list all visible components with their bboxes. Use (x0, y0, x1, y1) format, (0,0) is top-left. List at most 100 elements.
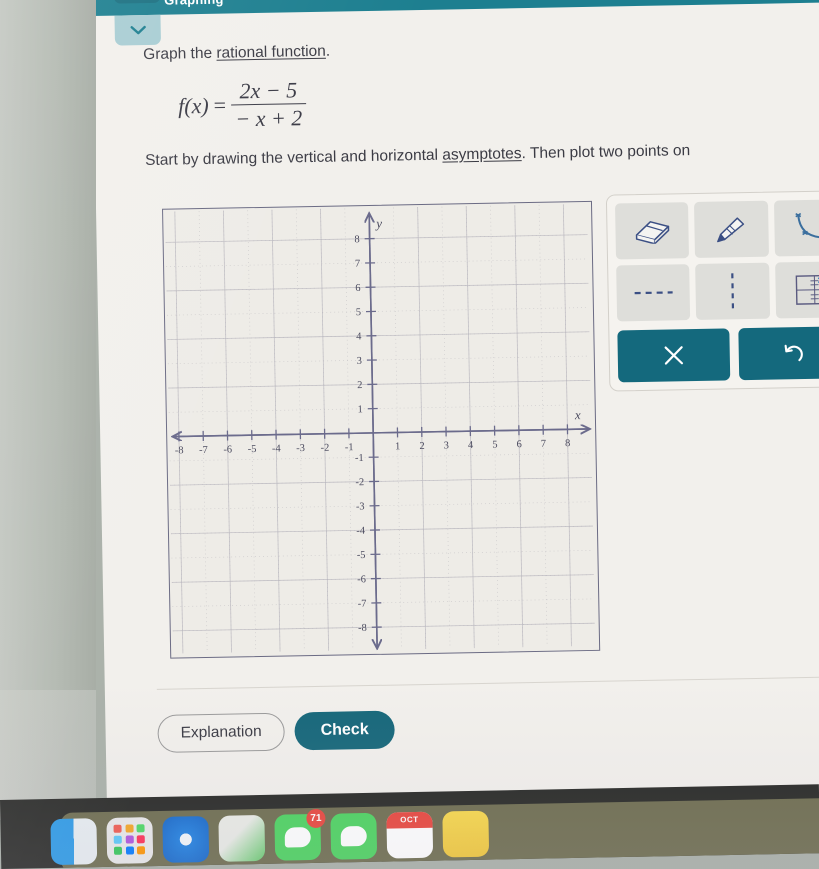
facetime-icon[interactable]: 71 (274, 808, 326, 861)
graph-canvas[interactable]: -8 -7 -6 -5 -4 -3 -2 -1 1 2 3 4 5 6 7 8 8 7 6 5 4 3 2 1 -1 -2 -3 -4… (163, 202, 599, 658)
rational-function-term[interactable]: rational function (216, 43, 326, 62)
graph-grid-icon (795, 274, 819, 305)
prompt-suffix: . (325, 42, 331, 60)
footer-divider (156, 675, 819, 691)
chevron-down-icon (129, 25, 146, 35)
svg-text:3: 3 (444, 440, 449, 451)
app-title: Graphing (164, 0, 224, 8)
y-axis-label: y (374, 216, 382, 231)
action-row (617, 326, 819, 383)
svg-text:-4: -4 (356, 526, 366, 537)
horizontal-dashed-line-icon (634, 291, 673, 295)
work-area: -8 -7 -6 -5 -4 -3 -2 -1 1 2 3 4 5 6 7 8 8 7 6 5 4 3 2 1 -1 -2 -3 -4… (96, 190, 819, 666)
svg-text:-3: -3 (296, 443, 305, 454)
formula-fx: f(x) (177, 92, 209, 119)
footer-actions: Explanation Check (157, 710, 395, 753)
svg-text:4: 4 (468, 440, 474, 451)
svg-text:-4: -4 (272, 444, 282, 455)
app-header: Graphing (92, 0, 819, 16)
svg-text:5: 5 (492, 440, 497, 451)
calendar-month-label: OCT (386, 811, 433, 829)
svg-text:2: 2 (357, 380, 362, 391)
question-body: Graph the rational function. f(x) = 2x −… (93, 32, 819, 172)
maps-icon[interactable] (218, 814, 266, 862)
pencil-icon (717, 217, 745, 243)
launchpad-icon[interactable] (106, 817, 154, 864)
svg-text:-5: -5 (357, 550, 366, 561)
instruction-suffix: . Then plot two points on (521, 142, 691, 163)
app-screen: Graphing Graph the rational function. f(… (92, 0, 819, 820)
svg-text:-3: -3 (356, 501, 365, 512)
collapse-panel-button[interactable] (114, 14, 162, 46)
vertical-dashed-line-icon (731, 273, 735, 310)
svg-text:6: 6 (355, 283, 360, 294)
check-button[interactable]: Check (294, 710, 395, 751)
svg-text:-7: -7 (199, 445, 208, 456)
y-axis-arrow-down (368, 213, 377, 648)
svg-text:-1: -1 (345, 442, 354, 453)
notes-icon[interactable] (442, 810, 490, 858)
svg-text:-8: -8 (358, 623, 367, 634)
prompt-prefix: Graph the (143, 44, 217, 64)
svg-text:-6: -6 (357, 574, 366, 585)
header-logo (113, 0, 161, 4)
x-axis-label: x (574, 407, 581, 422)
launchpad-grid (106, 817, 153, 862)
photo-of-screen: Graphing Graph the rational function. f(… (0, 0, 819, 869)
formula-equals: = (213, 92, 227, 118)
tool-grid (614, 199, 819, 322)
vertical-dashed-line-tool[interactable] (695, 262, 770, 320)
curve-icon (795, 212, 819, 239)
undo-button[interactable] (737, 326, 819, 381)
formula-fraction: 2x − 5 − x + 2 (231, 77, 307, 132)
function-formula: f(x) = 2x − 5 − x + 2 (177, 77, 307, 132)
svg-text:7: 7 (541, 439, 546, 450)
drawing-tool-panel (605, 190, 819, 392)
eraser-tool[interactable] (614, 202, 690, 260)
svg-text:1: 1 (358, 404, 363, 415)
explanation-button[interactable]: Explanation (157, 712, 285, 753)
question-prompt: Graph the rational function. (143, 32, 819, 65)
svg-text:1: 1 (395, 441, 400, 452)
coordinate-graph[interactable]: -8 -7 -6 -5 -4 -3 -2 -1 1 2 3 4 5 6 7 8 8 7 6 5 4 3 2 1 -1 -2 -3 -4… (162, 200, 601, 659)
svg-text:-2: -2 (355, 477, 364, 488)
svg-text:-2: -2 (320, 443, 329, 454)
pencil-tool[interactable] (694, 200, 769, 258)
safari-icon[interactable] (162, 816, 210, 863)
messages-icon[interactable] (330, 812, 378, 860)
svg-text:8: 8 (354, 234, 359, 245)
dock-icon-list: 71 OCT (50, 808, 490, 866)
calendar-icon[interactable]: OCT (386, 811, 434, 859)
svg-text:6: 6 (516, 439, 521, 450)
facetime-glyph (284, 827, 311, 848)
eraser-icon (635, 221, 669, 245)
svg-text:-7: -7 (358, 599, 367, 610)
macos-dock: 71 OCT (0, 784, 819, 869)
svg-text:5: 5 (356, 307, 361, 318)
grid-lines (165, 204, 595, 654)
svg-text:-1: -1 (355, 453, 364, 464)
finder-icon[interactable] (50, 818, 98, 866)
question-instruction: Start by drawing the vertical and horizo… (145, 138, 819, 171)
asymptotes-term[interactable]: asymptotes (442, 145, 522, 163)
horizontal-dashed-line-tool[interactable] (616, 264, 691, 322)
messages-glyph (340, 825, 367, 847)
undo-icon (784, 344, 804, 362)
svg-text:7: 7 (355, 259, 360, 270)
close-icon (664, 346, 683, 365)
notification-badge: 71 (306, 808, 326, 829)
svg-text:8: 8 (565, 438, 570, 449)
instruction-prefix: Start by drawing the vertical and horizo… (144, 146, 443, 170)
formula-denominator: − x + 2 (235, 105, 303, 132)
clear-button[interactable] (617, 328, 730, 383)
graph-grid-tool[interactable] (774, 261, 819, 319)
formula-numerator: 2x − 5 (239, 77, 298, 104)
x-axis-arrow-left (173, 428, 590, 437)
svg-text:2: 2 (419, 441, 424, 452)
curve-tool[interactable] (773, 199, 819, 257)
svg-text:-6: -6 (223, 444, 232, 455)
svg-text:4: 4 (356, 331, 362, 342)
svg-text:-5: -5 (248, 444, 257, 455)
svg-text:-8: -8 (175, 445, 184, 456)
svg-text:3: 3 (357, 356, 362, 367)
